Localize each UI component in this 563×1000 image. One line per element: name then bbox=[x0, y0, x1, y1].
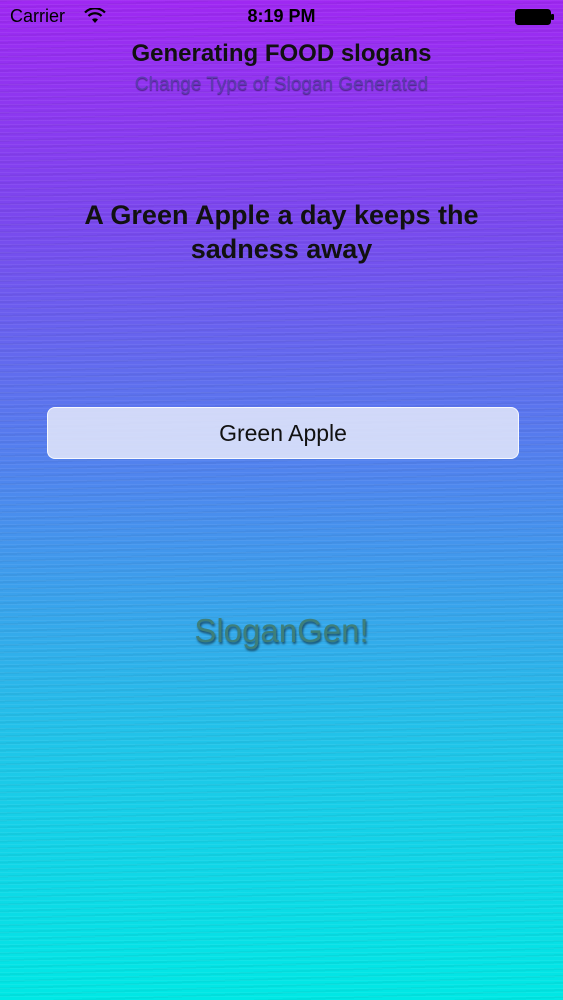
status-time: 8:19 PM bbox=[247, 6, 316, 26]
brushed-texture-background bbox=[0, 0, 563, 1000]
battery-full-icon bbox=[515, 9, 554, 25]
status-bar: Carrier 8:19 PM bbox=[0, 0, 563, 34]
app-screen: Carrier 8:19 PM Generating FOOD slogans … bbox=[0, 0, 563, 1000]
page-title: Generating FOOD slogans bbox=[131, 40, 432, 67]
slogan-text: A Green Apple a day keeps the sadness aw… bbox=[84, 200, 479, 264]
change-slogan-type-button[interactable]: Change Type of Slogan Generated bbox=[0, 74, 563, 96]
slogan-gen-button[interactable]: SloganGen! bbox=[0, 612, 563, 650]
food-input-field[interactable] bbox=[47, 407, 519, 459]
